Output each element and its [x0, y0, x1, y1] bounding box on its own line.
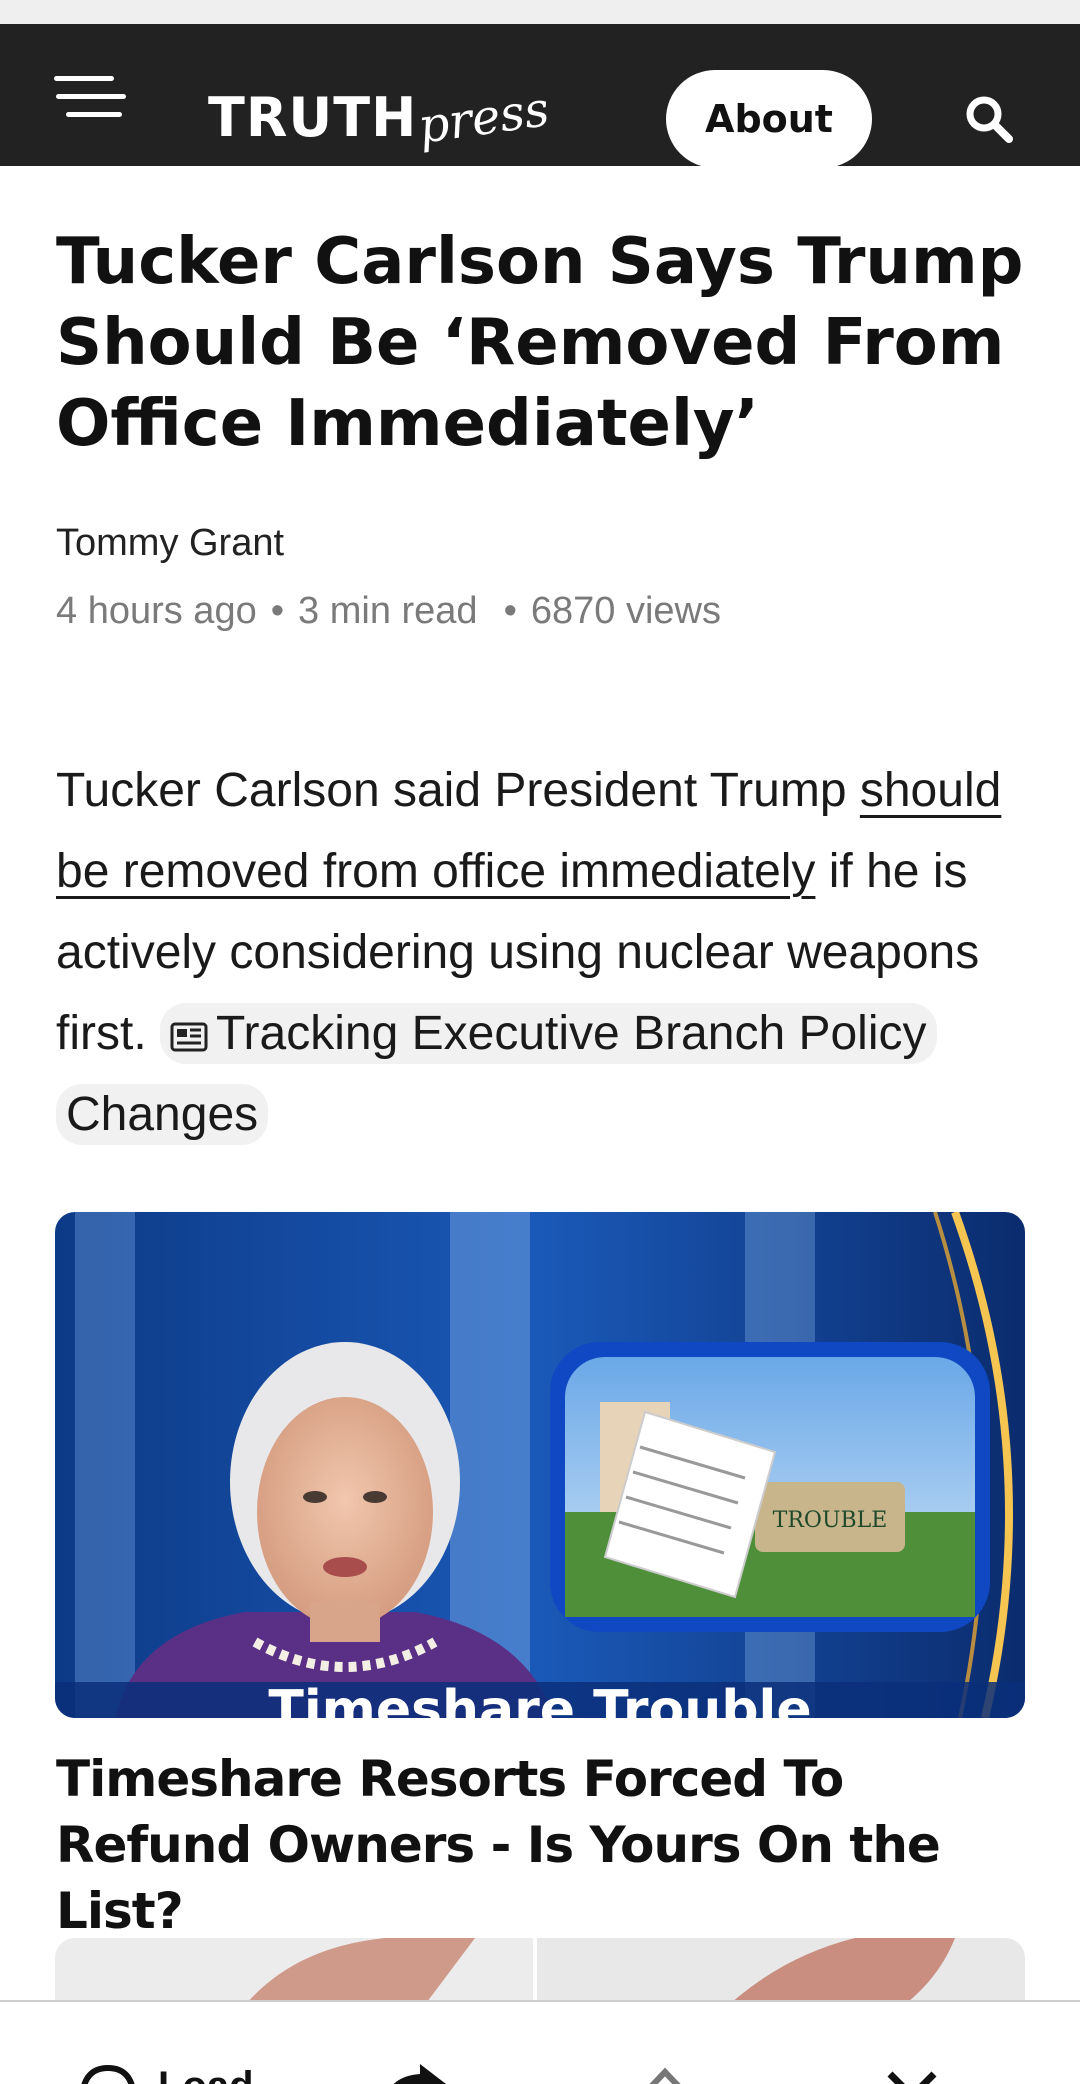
chevron-up-icon[interactable] [640, 2062, 690, 2084]
comment-icon[interactable] [78, 2062, 138, 2084]
promo-image-caption: Timeshare Trouble [268, 1680, 812, 1718]
promo-title[interactable]: Timeshare Resorts Forced To Refund Owner… [56, 1746, 1036, 1944]
close-icon[interactable] [884, 2062, 940, 2084]
status-strip [0, 0, 1080, 24]
meta-separator: • [503, 590, 517, 632]
load-comments-button[interactable]: Load [158, 2064, 254, 2084]
newspaper-icon [170, 1022, 208, 1052]
svg-text:TROUBLE: TROUBLE [773, 1508, 888, 1533]
promo-image[interactable]: TROUBLE Timeshare Trouble [55, 1212, 1025, 1718]
about-button[interactable]: About [666, 70, 872, 168]
lede-text-before: Tucker Carlson said President Trump [56, 764, 860, 817]
bottom-action-bar: Load [0, 2000, 1080, 2084]
article-lede: Tucker Carlson said President Trump shou… [56, 750, 1046, 1155]
site-header: TRUTH press About [0, 24, 1080, 168]
logo-wordmark: TRUTH [208, 86, 418, 149]
search-icon[interactable] [964, 94, 1014, 144]
publish-time: 4 hours ago [56, 590, 257, 632]
share-icon[interactable] [380, 2062, 450, 2084]
view-count: 6870 views [530, 590, 722, 632]
article-headline: Tucker Carlson Says Trump Should Be ‘Rem… [56, 225, 1024, 461]
logo-script: press [414, 81, 553, 155]
article-author[interactable]: Tommy Grant [56, 522, 284, 565]
meta-separator: • [270, 590, 285, 632]
read-time: 3 min read [298, 590, 478, 632]
hamburger-menu-icon[interactable] [54, 74, 126, 118]
article-meta: 4 hours ago • 3 min read • 6870 views [56, 590, 721, 633]
topic-chip[interactable]: Tracking Executive Branch Policy Changes [56, 1003, 937, 1145]
